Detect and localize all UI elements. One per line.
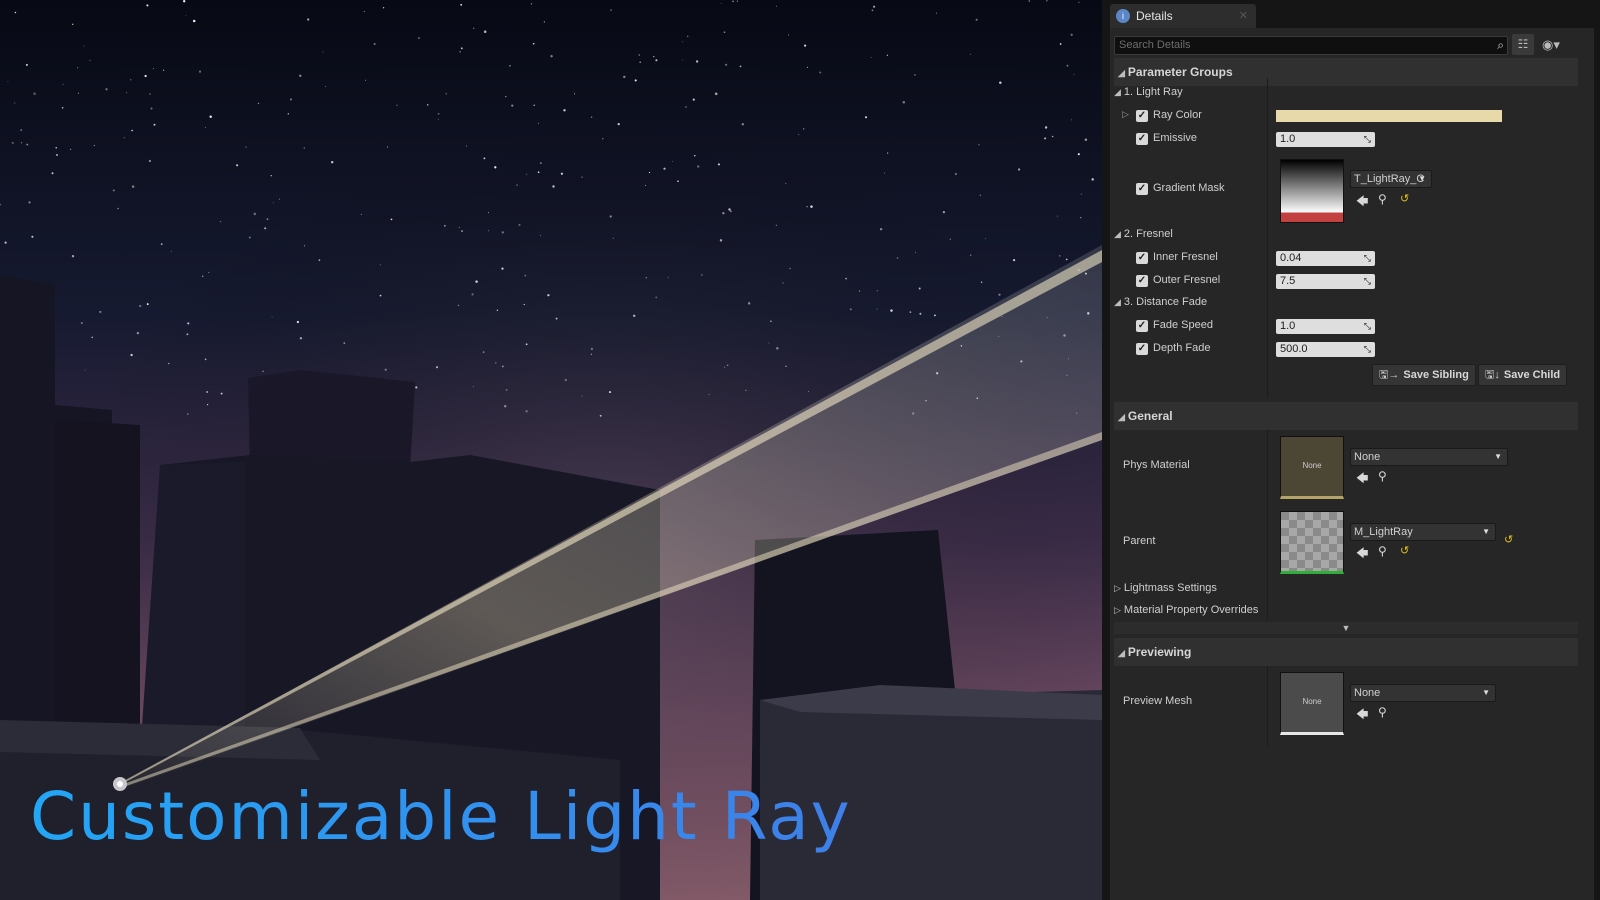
eye-icon[interactable]: ◉▾ — [1542, 37, 1572, 53]
expand-triangle-icon[interactable]: ▷ — [1122, 109, 1129, 120]
outer-fresnel-input[interactable]: 7.5 ⤡ — [1276, 274, 1375, 289]
lightmass-settings-row[interactable]: ▷ Lightmass Settings — [1114, 582, 1217, 594]
collapse-triangle-icon: ◢ — [1118, 648, 1125, 658]
inner-fresnel-label: Inner Fresnel — [1153, 251, 1218, 263]
depth-fade-label: Depth Fade — [1153, 342, 1211, 354]
section-general[interactable]: ◢ General — [1114, 402, 1578, 430]
column-divider — [1267, 78, 1268, 398]
reset-arrow-icon[interactable]: ↺ — [1400, 192, 1409, 205]
search-icon[interactable]: ⌕ — [1497, 38, 1504, 53]
phys-material-dropdown[interactable]: None ▼ — [1350, 448, 1508, 466]
fade-speed-checkbox[interactable]: ✓ — [1136, 320, 1148, 332]
outer-fresnel-label: Outer Fresnel — [1153, 274, 1221, 286]
preview-mesh-label: Preview Mesh — [1123, 695, 1193, 707]
scene-render — [0, 0, 1102, 900]
tab-label: Details — [1136, 9, 1173, 23]
fade-speed-label: Fade Speed — [1153, 319, 1213, 331]
details-tab-icon: i — [1116, 9, 1130, 23]
advanced-expander[interactable]: ▼ — [1114, 622, 1578, 634]
close-icon[interactable]: ✕ — [1239, 9, 1248, 22]
drag-arrows-icon: ⤡ — [1363, 134, 1371, 144]
magnifier-icon[interactable]: ⚲ — [1378, 705, 1387, 719]
details-body: ⌕ ☷ ◉▾ ◢Parameter Groups ◢1. Light Ray ▷… — [1110, 28, 1594, 900]
ray-color-checkbox[interactable]: ✓ — [1136, 110, 1148, 122]
save-child-button[interactable]: 🖫↓ Save Child — [1478, 364, 1568, 386]
tab-bar: i Details ✕ — [1102, 0, 1600, 28]
depth-fade-input[interactable]: 500.0 ⤡ — [1276, 342, 1375, 357]
browse-arrow-icon[interactable]: 🡄 — [1356, 192, 1368, 213]
inner-fresnel-input[interactable]: 0.04 ⤡ — [1276, 251, 1375, 266]
phys-material-label: Phys Material — [1123, 459, 1190, 471]
gradient-mask-dropdown[interactable]: T_LightRay_C ▼ — [1350, 170, 1432, 188]
drag-arrows-icon: ⤡ — [1363, 253, 1371, 263]
collapse-triangle-icon: ◢ — [1118, 68, 1125, 78]
magnifier-icon[interactable]: ⚲ — [1378, 544, 1387, 558]
gradient-mask-label: Gradient Mask — [1153, 182, 1225, 194]
depth-fade-checkbox[interactable]: ✓ — [1136, 343, 1148, 355]
fade-speed-input[interactable]: 1.0 ⤡ — [1276, 319, 1375, 334]
browse-arrow-icon[interactable]: 🡄 — [1356, 544, 1368, 565]
emissive-checkbox[interactable]: ✓ — [1136, 133, 1148, 145]
parent-dropdown[interactable]: M_LightRay ▼ — [1350, 523, 1496, 541]
save-icon: 🖫→ — [1379, 369, 1400, 381]
reset-arrow-icon[interactable]: ↺ — [1400, 544, 1409, 557]
search-input[interactable] — [1119, 38, 1479, 52]
material-property-overrides-row[interactable]: ▷ Material Property Overrides — [1114, 604, 1258, 616]
ray-color-swatch[interactable] — [1276, 110, 1502, 122]
inner-fresnel-checkbox[interactable]: ✓ — [1136, 252, 1148, 264]
search-box[interactable]: ⌕ — [1114, 36, 1508, 55]
section-title: Parameter Groups — [1127, 65, 1233, 79]
save-sibling-button[interactable]: 🖫→ Save Sibling — [1372, 364, 1476, 386]
preview-mesh-dropdown[interactable]: None ▼ — [1350, 684, 1496, 702]
gradient-mask-checkbox[interactable]: ✓ — [1136, 183, 1148, 195]
section-previewing[interactable]: ◢ Previewing — [1114, 638, 1578, 666]
chevron-down-icon: ▼ — [1418, 174, 1426, 183]
chevron-down-icon: ▼ — [1341, 623, 1351, 633]
collapse-triangle-icon: ◢ — [1118, 412, 1125, 422]
ray-color-label: Ray Color — [1153, 109, 1202, 121]
column-divider — [1267, 430, 1268, 620]
reset-arrow-icon[interactable]: ↺ — [1504, 533, 1513, 546]
section-title: General — [1127, 409, 1173, 423]
chevron-down-icon: ▼ — [1494, 452, 1502, 461]
group-distance-fade[interactable]: ◢ 3. Distance Fade — [1114, 296, 1207, 308]
browse-arrow-icon[interactable]: 🡄 — [1356, 705, 1368, 726]
list-view-icon[interactable]: ☷ — [1512, 34, 1534, 55]
drag-arrows-icon: ⤡ — [1363, 344, 1371, 354]
details-panel: i Details ✕ ⌕ ☷ ◉▾ ◢Parameter Groups ◢1.… — [1102, 0, 1600, 900]
column-divider — [1267, 666, 1268, 746]
group-light-ray[interactable]: ◢ 1. Light Ray — [1114, 86, 1183, 98]
outer-fresnel-checkbox[interactable]: ✓ — [1136, 275, 1148, 287]
emissive-input[interactable]: 1.0 ⤡ — [1276, 132, 1375, 147]
drag-arrows-icon: ⤡ — [1363, 321, 1371, 331]
group-fresnel[interactable]: ◢ 2. Fresnel — [1114, 228, 1173, 240]
gradient-mask-thumbnail[interactable] — [1280, 159, 1344, 223]
magnifier-icon[interactable]: ⚲ — [1378, 469, 1387, 483]
preview-mesh-thumbnail[interactable]: None — [1280, 672, 1344, 735]
section-parameter-groups[interactable]: ◢ Parameter Groups — [1114, 58, 1578, 86]
browse-arrow-icon[interactable]: 🡄 — [1356, 469, 1368, 490]
phys-material-thumbnail[interactable]: None — [1280, 436, 1344, 499]
emissive-label: Emissive — [1153, 132, 1198, 144]
save-icon: 🖫↓ — [1485, 369, 1500, 381]
parent-label: Parent — [1123, 535, 1156, 547]
section-title: Previewing — [1127, 645, 1192, 659]
tab-details[interactable]: i Details ✕ — [1110, 4, 1256, 28]
chevron-down-icon: ▼ — [1482, 688, 1490, 697]
drag-arrows-icon: ⤡ — [1363, 276, 1371, 286]
chevron-down-icon: ▼ — [1482, 527, 1490, 536]
title-overlay: Customizable Light Ray — [30, 778, 852, 855]
magnifier-icon[interactable]: ⚲ — [1378, 192, 1387, 206]
parent-thumbnail[interactable] — [1280, 511, 1344, 574]
scene-viewport[interactable]: Customizable Light Ray — [0, 0, 1102, 900]
